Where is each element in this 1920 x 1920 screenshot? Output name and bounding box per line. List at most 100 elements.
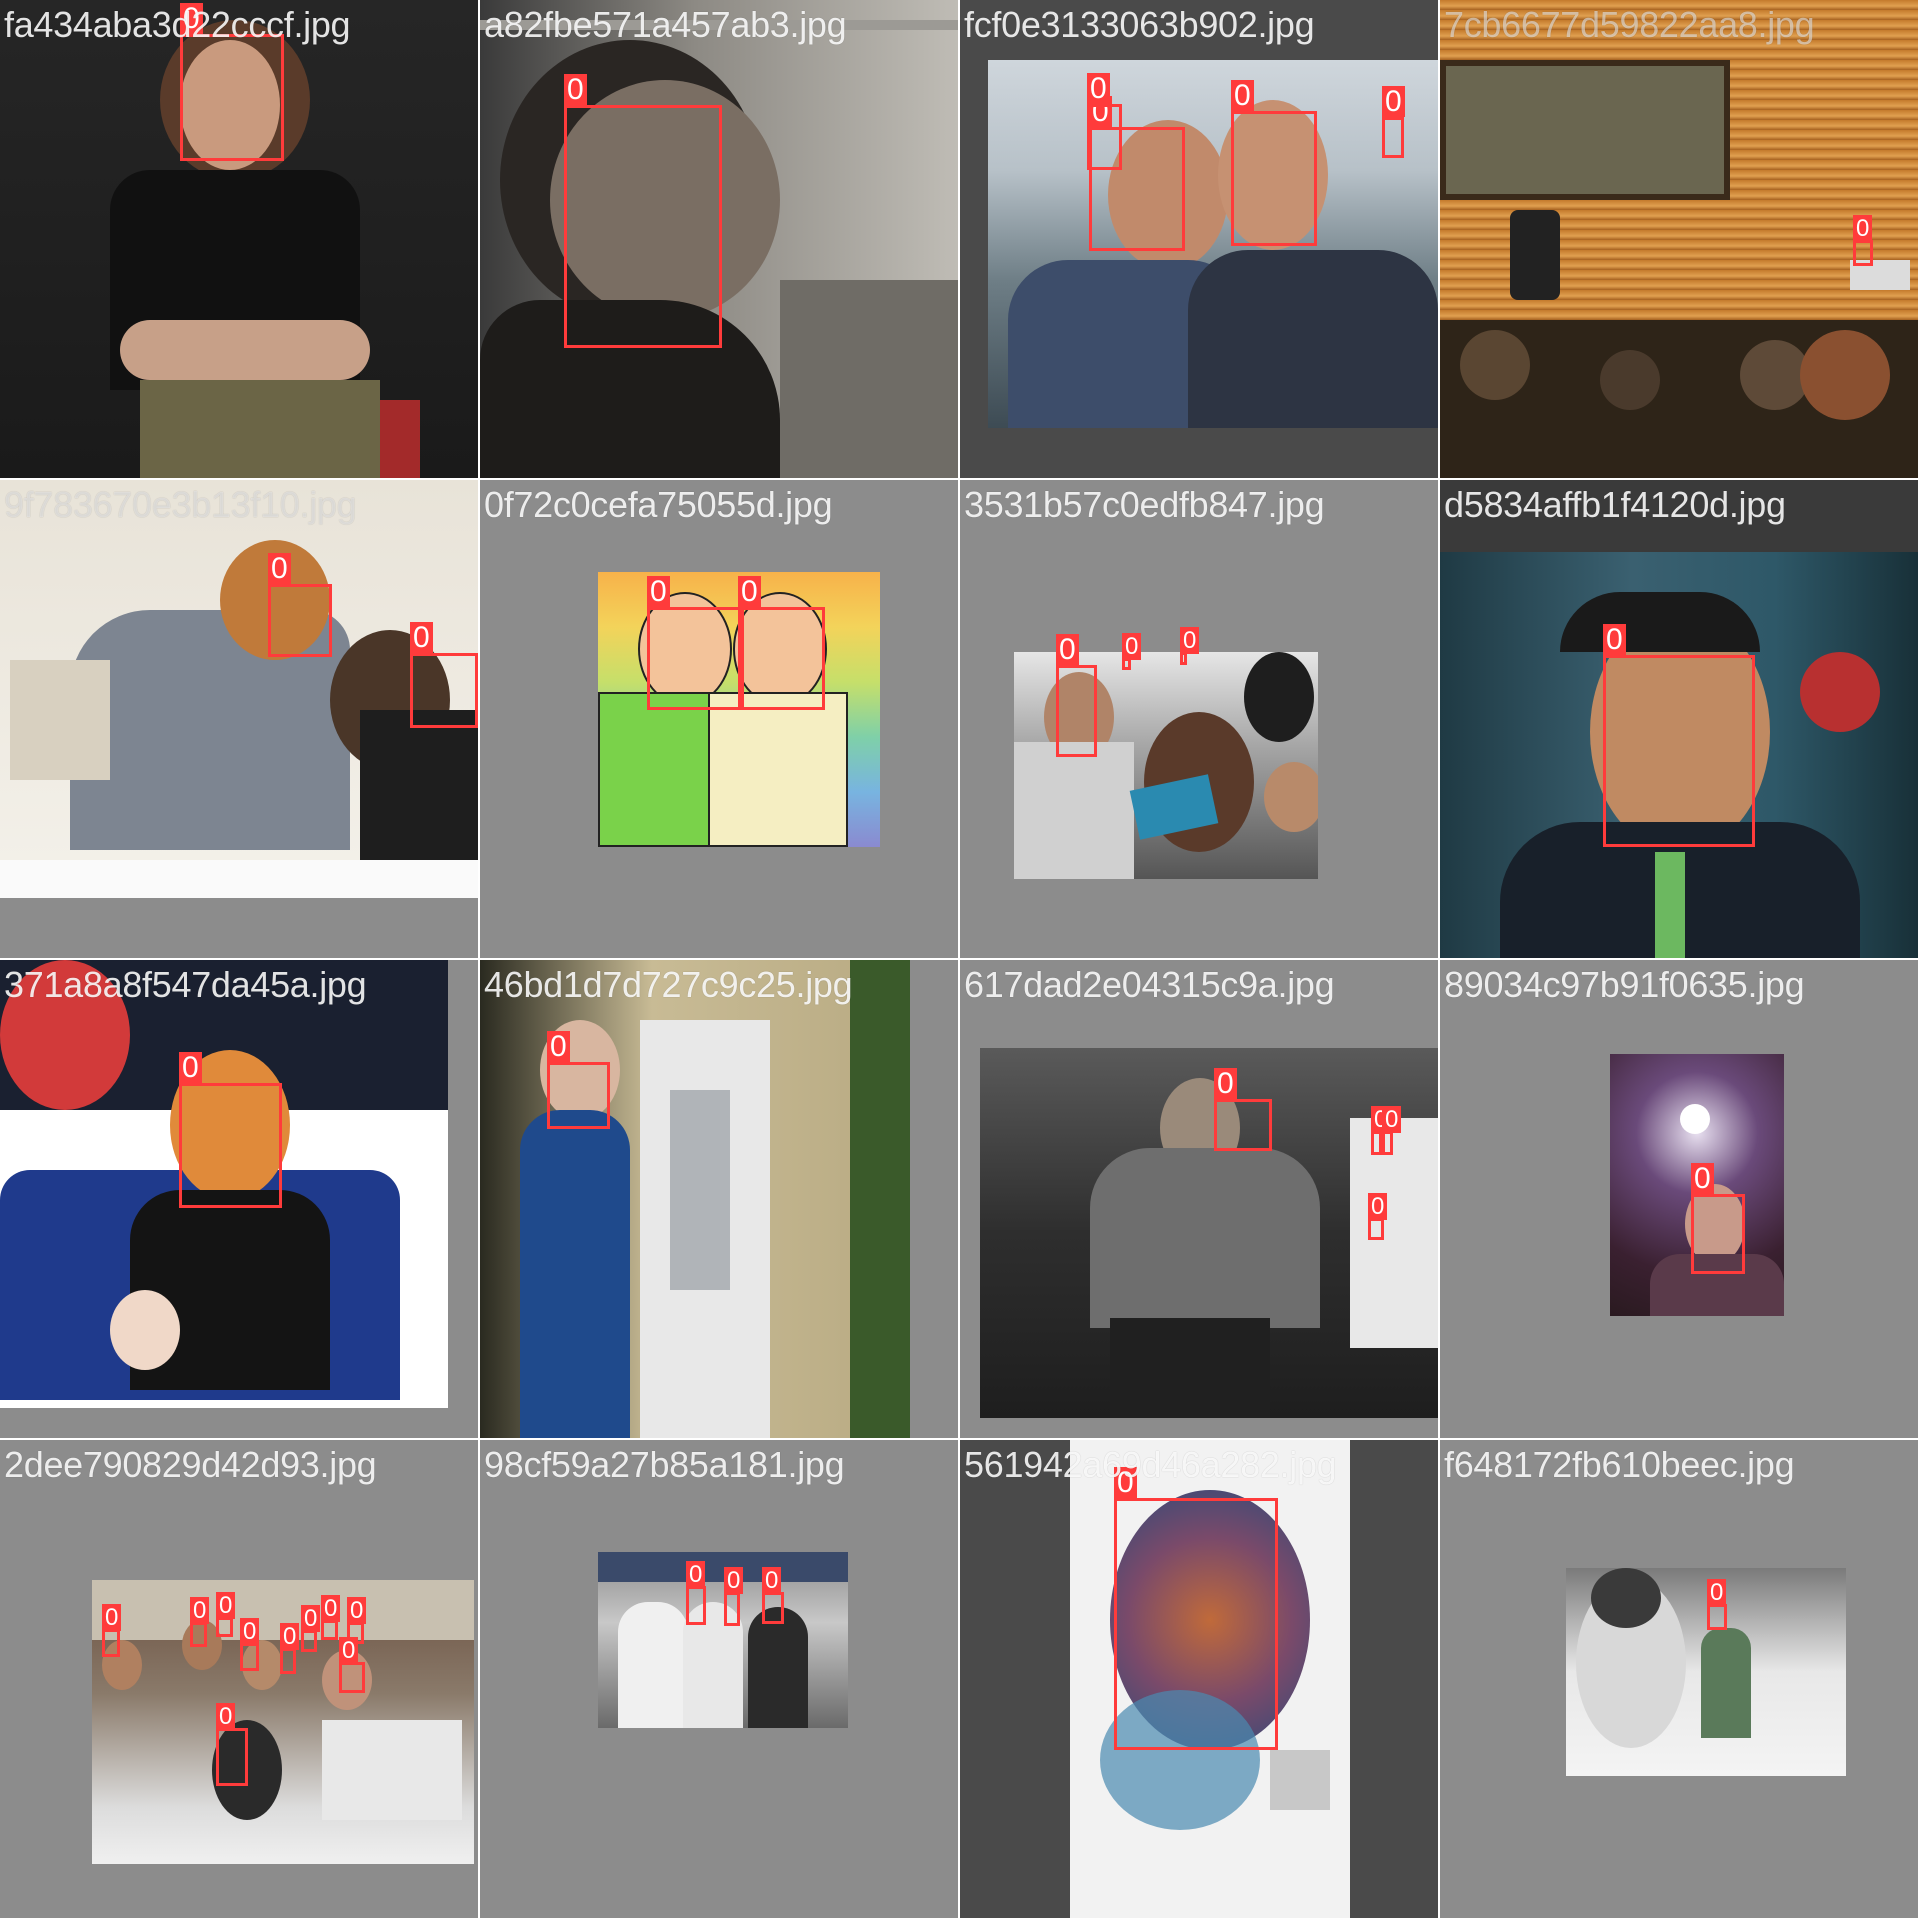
class-label: 0 bbox=[1707, 1579, 1727, 1606]
class-label: 0 bbox=[647, 576, 670, 608]
face-bounding-box: 0 bbox=[1180, 627, 1200, 665]
class-label: 0 bbox=[1122, 633, 1142, 660]
face-bounding-box: 0 bbox=[564, 74, 722, 348]
face-bounding-box: 0 bbox=[102, 1604, 122, 1657]
face-bounding-box: 0 bbox=[301, 1605, 321, 1652]
tile-12[interactable]: 89034c97b91f0635.jpg 0 bbox=[1440, 960, 1918, 1438]
class-label: 0 bbox=[1231, 80, 1254, 112]
class-label: 0 bbox=[1087, 73, 1110, 105]
tile-filename: 0f72c0cefa75055d.jpg bbox=[484, 484, 833, 525]
class-label: 0 bbox=[1691, 1163, 1714, 1195]
face-bounding-box: 0 bbox=[1853, 215, 1873, 266]
tile-6[interactable]: 0f72c0cefa75055d.jpg 0 0 bbox=[480, 480, 958, 958]
class-label: 0 bbox=[280, 1623, 300, 1650]
face-bounding-box: 0 bbox=[1707, 1579, 1727, 1630]
tile-3[interactable]: fcf0e3133063b902.jpg 0 0 0 0 bbox=[960, 0, 1438, 478]
class-label: 0 bbox=[724, 1567, 744, 1594]
face-bounding-box: 0 bbox=[410, 622, 478, 728]
tile-filename: fcf0e3133063b902.jpg bbox=[964, 4, 1315, 45]
class-label: 0 bbox=[762, 1567, 782, 1594]
tile-10[interactable]: 46bd1d7d727c9c25.jpg 0 bbox=[480, 960, 958, 1438]
tile-8[interactable]: d5834affb1f4120d.jpg 0 bbox=[1440, 480, 1918, 958]
tile-16-photo bbox=[1566, 1568, 1846, 1776]
tile-filename: a82fbe571a457ab3.jpg bbox=[484, 4, 847, 45]
tile-filename: 9f783670e3b13f10.jpg bbox=[4, 484, 357, 525]
face-bounding-box: 0 bbox=[280, 1623, 300, 1674]
tile-1[interactable]: fa434aba3d22cccf.jpg 0 bbox=[0, 0, 478, 478]
face-bounding-box: 0 bbox=[762, 1567, 784, 1624]
class-label: 0 bbox=[1056, 634, 1079, 666]
tile-filename: 3531b57c0edfb847.jpg bbox=[964, 484, 1325, 525]
face-bounding-box: 0 bbox=[268, 553, 332, 657]
tile-filename: 46bd1d7d727c9c25.jpg bbox=[484, 964, 853, 1005]
tile-14-photo bbox=[598, 1552, 848, 1728]
tile-filename: 2dee790829d42d93.jpg bbox=[4, 1444, 377, 1485]
face-bounding-box: 0 bbox=[216, 1703, 248, 1786]
tile-filename: 561942a69d46a282.jpg bbox=[964, 1444, 1337, 1485]
class-label: 0 bbox=[321, 1595, 341, 1622]
tile-5[interactable]: 9f783670e3b13f10.jpg 0 0 bbox=[0, 480, 478, 958]
class-label: 0 bbox=[301, 1605, 321, 1632]
face-bounding-box: 0 bbox=[179, 1052, 282, 1208]
class-label: 0 bbox=[410, 622, 433, 654]
class-label: 0 bbox=[179, 1052, 202, 1084]
tile-10-photo bbox=[480, 960, 910, 1438]
tile-filename: 89034c97b91f0635.jpg bbox=[1444, 964, 1805, 1005]
tile-11[interactable]: 617dad2e04315c9a.jpg 0 0 0 0 bbox=[960, 960, 1438, 1438]
face-bounding-box: 0 bbox=[180, 3, 284, 161]
tile-filename: 617dad2e04315c9a.jpg bbox=[964, 964, 1335, 1005]
class-label: 0 bbox=[190, 1597, 210, 1624]
tile-13[interactable]: 2dee790829d42d93.jpg 0 0 0 0 0 0 0 0 0 0 bbox=[0, 1440, 478, 1918]
class-label: 0 bbox=[216, 1703, 236, 1730]
face-bounding-box: 0 bbox=[1371, 1106, 1391, 1155]
class-label: 0 bbox=[240, 1618, 260, 1645]
tile-3-photo bbox=[988, 60, 1438, 428]
face-bounding-box: 0 bbox=[686, 1561, 706, 1625]
class-label: 0 bbox=[102, 1604, 122, 1631]
class-label: 0 bbox=[1382, 86, 1405, 118]
tile-filename: fa434aba3d22cccf.jpg bbox=[4, 4, 351, 45]
tile-7[interactable]: 3531b57c0edfb847.jpg 0 0 0 bbox=[960, 480, 1438, 958]
tile-5-photo bbox=[0, 480, 478, 898]
class-label: 0 bbox=[1368, 1193, 1388, 1220]
class-label: 0 bbox=[738, 576, 761, 608]
tile-4-photo bbox=[1440, 0, 1918, 478]
face-bounding-box: 0 bbox=[1231, 80, 1317, 246]
tile-filename: d5834affb1f4120d.jpg bbox=[1444, 484, 1786, 525]
face-bounding-box: 0 bbox=[1691, 1163, 1745, 1274]
tile-9[interactable]: 371a8a8f547da45a.jpg 0 bbox=[0, 960, 478, 1438]
face-bounding-box: 0 bbox=[1214, 1068, 1272, 1151]
tile-2[interactable]: a82fbe571a457ab3.jpg 0 bbox=[480, 0, 958, 478]
face-bounding-box: 0 bbox=[1382, 86, 1405, 158]
face-bounding-box: 0 bbox=[321, 1595, 341, 1640]
tile-filename: 371a8a8f547da45a.jpg bbox=[4, 964, 367, 1005]
face-bounding-box: 0 bbox=[738, 576, 825, 710]
face-bounding-box: 0 bbox=[1056, 634, 1097, 757]
tile-4[interactable]: 7cb6677d59822aa8.jpg 0 bbox=[1440, 0, 1918, 478]
image-mosaic-grid: fa434aba3d22cccf.jpg 0 a82fbe571a457ab3.… bbox=[0, 0, 1920, 1920]
class-label: 0 bbox=[564, 74, 587, 106]
face-bounding-box: 0 bbox=[1122, 633, 1142, 670]
face-bounding-box: 0 bbox=[1087, 73, 1122, 170]
tile-15[interactable]: 561942a69d46a282.jpg 0 bbox=[960, 1440, 1438, 1918]
class-label: 0 bbox=[1214, 1068, 1237, 1100]
face-bounding-box: 0 bbox=[724, 1567, 744, 1626]
face-bounding-box: 0 bbox=[216, 1592, 236, 1637]
face-bounding-box: 0 bbox=[190, 1597, 210, 1647]
face-bounding-box: 0 bbox=[1114, 1467, 1278, 1750]
tile-16[interactable]: f648172fb610beec.jpg 0 bbox=[1440, 1440, 1918, 1918]
tile-14[interactable]: 98cf59a27b85a181.jpg 0 0 0 bbox=[480, 1440, 958, 1918]
tile-filename: f648172fb610beec.jpg bbox=[1444, 1444, 1795, 1485]
class-label: 0 bbox=[339, 1637, 359, 1664]
tile-filename: 98cf59a27b85a181.jpg bbox=[484, 1444, 845, 1485]
class-label: 0 bbox=[1180, 627, 1200, 654]
class-label: 0 bbox=[1853, 215, 1873, 242]
class-label: 0 bbox=[216, 1592, 236, 1619]
face-bounding-box: 0 bbox=[547, 1031, 610, 1129]
class-label: 0 bbox=[547, 1031, 570, 1063]
face-bounding-box: 0 bbox=[647, 576, 744, 710]
face-bounding-box: 0 bbox=[1368, 1193, 1388, 1240]
face-bounding-box: 0 bbox=[339, 1637, 365, 1693]
face-bounding-box: 0 bbox=[1603, 624, 1755, 847]
class-label: 0 bbox=[686, 1561, 706, 1588]
